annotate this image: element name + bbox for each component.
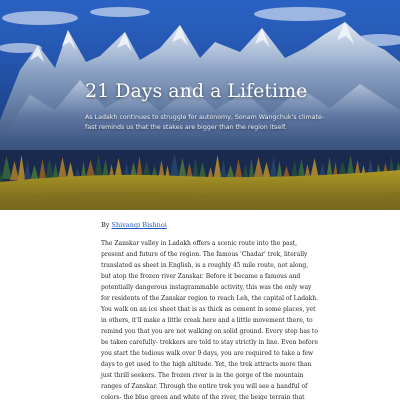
hero-banner: 21 Days and a Lifetime As Ladakh continu… bbox=[0, 0, 400, 210]
author-link[interactable]: Shivangi Bishnoi bbox=[112, 221, 167, 229]
article-subtitle: As Ladakh continues to struggle for auto… bbox=[85, 114, 325, 131]
hero-illustration bbox=[0, 0, 400, 210]
article-body: The Zanskar valley in Ladakh offers a sc… bbox=[101, 240, 319, 400]
byline-prefix: By bbox=[101, 221, 110, 229]
byline: By Shivangi Bishnoi bbox=[101, 221, 167, 230]
article-title: 21 Days and a Lifetime bbox=[85, 80, 308, 102]
article-page: 21 Days and a Lifetime As Ladakh continu… bbox=[0, 0, 400, 400]
